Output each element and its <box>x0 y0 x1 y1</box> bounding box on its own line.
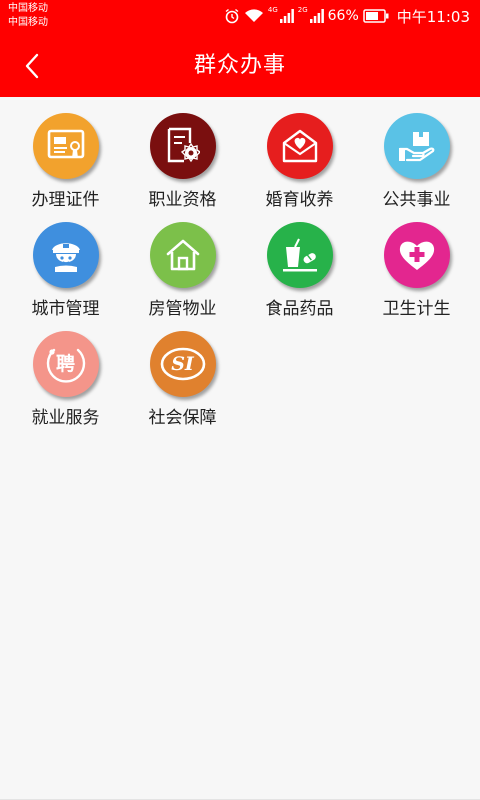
service-tile-city-management[interactable]: 城市管理 <box>7 222 124 331</box>
certificate-icon <box>32 113 99 179</box>
service-tile-property[interactable]: 房管物业 <box>124 222 241 331</box>
service-tile-qualification[interactable]: 职业资格 <box>124 113 241 222</box>
service-tile-marriage-adoption[interactable]: 婚育收养 <box>241 113 358 222</box>
page-title: 群众办事 <box>193 53 286 78</box>
social-insurance-glyph: SI <box>171 353 194 375</box>
service-tile-certificates[interactable]: 办理证件 <box>7 113 124 222</box>
service-label: 房管物业 <box>148 299 217 319</box>
service-label: 婚育收养 <box>265 190 334 210</box>
carrier-label-2: 中国移动 <box>8 17 48 28</box>
battery-icon <box>363 6 389 26</box>
clock: 中午11:03 <box>396 7 470 26</box>
page: 中国移动 中国移动 4G 2G 66% 中午11:03 群众办事 办理证件 职业… <box>0 0 480 800</box>
hand-box-icon <box>383 113 450 179</box>
status-bar: 中国移动 中国移动 4G 2G 66% 中午11:03 <box>0 0 480 32</box>
carrier-label-1: 中国移动 <box>8 3 48 14</box>
service-label: 办理证件 <box>31 190 100 210</box>
network-type-1: 4G <box>267 6 278 14</box>
app-bar: 中国移动 中国移动 4G 2G 66% 中午11:03 群众办事 <box>0 0 480 97</box>
service-tile-social-security[interactable]: SI 社会保障 <box>124 331 241 440</box>
service-tile-health-family-planning[interactable]: 卫生计生 <box>358 222 475 331</box>
battery-percent: 66% <box>327 8 359 24</box>
wifi-icon <box>244 6 264 26</box>
officer-icon <box>32 222 99 288</box>
service-label: 就业服务 <box>31 408 100 428</box>
hire-glyph: 聘 <box>55 353 75 375</box>
service-label: 城市管理 <box>31 299 100 319</box>
medical-heart-icon <box>383 222 450 288</box>
service-tile-public-utilities[interactable]: 公共事业 <box>358 113 475 222</box>
service-label: 卫生计生 <box>382 299 451 319</box>
qualification-icon <box>149 113 216 179</box>
service-tile-food-drug[interactable]: 食品药品 <box>241 222 358 331</box>
service-grid: 办理证件 职业资格 婚育收养 公共事业 城市管理 房管物业 食品药品 卫生计生 … <box>0 113 480 440</box>
signal-icon-1 <box>279 6 294 26</box>
hire-icon: 聘 <box>32 331 99 397</box>
service-label: 食品药品 <box>265 299 334 319</box>
signal-icon-2 <box>309 6 324 26</box>
service-tile-employment[interactable]: 聘 就业服务 <box>7 331 124 440</box>
food-drug-icon <box>266 222 333 288</box>
envelope-heart-icon <box>266 113 333 179</box>
house-icon <box>149 222 216 288</box>
service-label: 社会保障 <box>148 408 217 428</box>
social-insurance-icon: SI <box>149 331 216 397</box>
status-indicators: 4G 2G 66% 中午11:03 <box>224 5 470 27</box>
alarm-icon <box>224 6 240 26</box>
service-label: 公共事业 <box>382 190 451 210</box>
network-type-2: 2G <box>297 6 308 14</box>
service-label: 职业资格 <box>148 190 217 210</box>
